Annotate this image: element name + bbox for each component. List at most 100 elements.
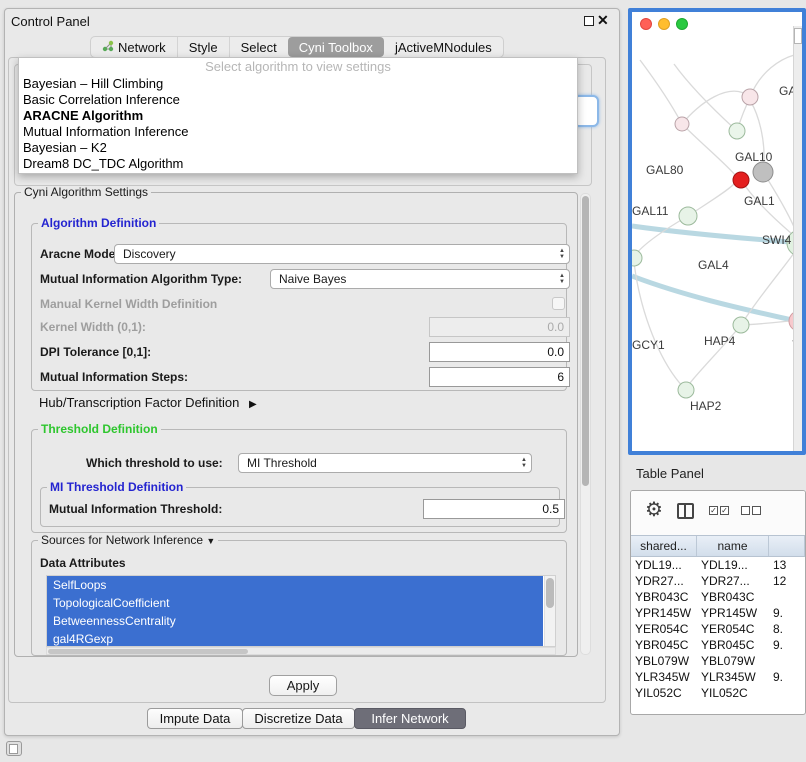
tab-select[interactable]: Select xyxy=(229,37,288,57)
graph-edge[interactable] xyxy=(640,60,682,124)
table-cell[interactable]: 9. xyxy=(769,669,805,685)
table-cell[interactable]: YER054C xyxy=(631,621,697,637)
collapse-down-icon[interactable]: ▼ xyxy=(206,536,215,546)
graph-node[interactable] xyxy=(733,317,749,333)
hub-transcription-section[interactable]: Hub/Transcription Factor Definition ▶ xyxy=(39,395,257,410)
table-cell[interactable] xyxy=(769,685,805,701)
list-vertical-scrollbar[interactable] xyxy=(544,576,555,646)
graph-edge[interactable] xyxy=(632,276,792,320)
mi-threshold-input[interactable]: 0.5 xyxy=(423,499,565,519)
dropdown-item[interactable]: Bayesian – Hill Climbing xyxy=(19,76,577,92)
network-graph[interactable]: GALGAL80GAL10GAL11GAL1SWI4GAL4GCY1HAP4YH… xyxy=(632,12,794,451)
table-row[interactable]: YPR145W YPR145W 9. xyxy=(631,605,805,621)
table-cell[interactable]: YBR045C xyxy=(697,637,769,653)
graph-edge[interactable] xyxy=(682,91,750,124)
table-cell[interactable]: 13 xyxy=(769,557,805,573)
dpi-tolerance-input[interactable]: 0.0 xyxy=(429,342,570,362)
close-traffic-light-icon[interactable] xyxy=(640,18,652,30)
table-cell[interactable]: YDL19... xyxy=(697,557,769,573)
tab-network[interactable]: Network xyxy=(91,37,177,57)
table-row[interactable]: YBR045C YBR045C 9. xyxy=(631,637,805,653)
table-row[interactable]: YBL079W YBL079W xyxy=(631,653,805,669)
table-cell[interactable]: YBL079W xyxy=(697,653,769,669)
table-row[interactable]: YIL052C YIL052C xyxy=(631,685,805,701)
dropdown-item[interactable]: Basic Correlation Inference xyxy=(19,92,577,108)
gear-icon[interactable]: ⚙ xyxy=(645,497,663,522)
close-window-icon[interactable]: ✕ xyxy=(597,12,609,29)
mi-steps-input[interactable]: 6 xyxy=(429,367,570,387)
deselect-all-checkboxes-icon[interactable] xyxy=(741,506,761,515)
tab-infer-network[interactable]: Infer Network xyxy=(354,708,466,729)
column-header-name[interactable]: name xyxy=(697,536,769,556)
minimize-traffic-light-icon[interactable] xyxy=(658,18,670,30)
table-cell[interactable]: YPR145W xyxy=(697,605,769,621)
table-row[interactable]: YER054C YER054C 8. xyxy=(631,621,805,637)
table-cell[interactable]: YBR043C xyxy=(697,589,769,605)
table-cell[interactable]: YDR27... xyxy=(631,573,697,589)
dropdown-placeholder[interactable]: Select algorithm to view settings xyxy=(19,58,577,76)
tab-impute-data[interactable]: Impute Data xyxy=(147,708,243,729)
table-cell[interactable]: YBL079W xyxy=(631,653,697,669)
tab-discretize-data[interactable]: Discretize Data xyxy=(242,708,355,729)
attribute-item-selected[interactable]: BetweennessCentrality xyxy=(47,612,543,630)
column-header-partial[interactable] xyxy=(769,536,805,556)
table-cell[interactable]: YIL052C xyxy=(631,685,697,701)
table-cell[interactable]: 9. xyxy=(769,637,805,653)
graph-node[interactable] xyxy=(733,172,749,188)
table-cell[interactable] xyxy=(769,653,805,669)
column-header-shared-name[interactable]: shared... xyxy=(631,536,697,556)
attribute-item-selected[interactable]: TopologicalCoefficient xyxy=(47,594,543,612)
table-cell[interactable]: YPR145W xyxy=(631,605,697,621)
undock-window-icon[interactable] xyxy=(584,16,594,26)
settings-vertical-scrollbar[interactable] xyxy=(580,193,591,655)
tab-jactivemnodules[interactable]: jActiveMNodules xyxy=(384,37,503,57)
sources-title[interactable]: Sources for Network Inference ▼ xyxy=(38,533,218,547)
table-cell[interactable]: YBR043C xyxy=(631,589,697,605)
graph-node[interactable] xyxy=(679,207,697,225)
dropdown-item[interactable]: Bayesian – K2 xyxy=(19,140,577,156)
which-threshold-select[interactable]: MI Threshold ▲▼ xyxy=(238,453,532,473)
zoom-traffic-light-icon[interactable] xyxy=(676,18,688,30)
mi-algorithm-type-select[interactable]: Naive Bayes ▲▼ xyxy=(270,269,570,289)
graph-node[interactable] xyxy=(753,162,773,182)
select-all-checkboxes-icon[interactable]: ✓✓ xyxy=(709,506,729,515)
columns-icon[interactable] xyxy=(677,503,694,519)
graph-edge[interactable] xyxy=(636,216,688,254)
apply-button[interactable]: Apply xyxy=(269,675,337,696)
table-cell[interactable]: YIL052C xyxy=(697,685,769,701)
table-cell[interactable]: 9. xyxy=(769,605,805,621)
kernel-width-input[interactable]: 0.0 xyxy=(429,317,570,337)
attribute-item-selected[interactable]: gal4RGexp xyxy=(47,630,543,647)
graph-node[interactable] xyxy=(742,89,758,105)
graph-edge[interactable] xyxy=(682,124,736,176)
graph-node[interactable] xyxy=(632,250,642,266)
list-horizontal-scrollbar[interactable] xyxy=(46,647,556,655)
tab-style[interactable]: Style xyxy=(177,37,229,57)
table-cell[interactable]: 12 xyxy=(769,573,805,589)
expand-right-icon[interactable]: ▶ xyxy=(249,399,257,410)
graph-node[interactable] xyxy=(675,117,689,131)
table-row[interactable]: YLR345W YLR345W 9. xyxy=(631,669,805,685)
table-cell[interactable]: YDL19... xyxy=(631,557,697,573)
table-cell[interactable]: YBR045C xyxy=(631,637,697,653)
panel-toggle-icon[interactable] xyxy=(6,741,22,756)
table-row[interactable]: YDR27... YDR27... 12 xyxy=(631,573,805,589)
tab-cyni-toolbox[interactable]: Cyni Toolbox xyxy=(288,37,384,57)
attribute-item-selected[interactable]: SelfLoops xyxy=(47,576,543,594)
network-vertical-scrollbar[interactable] xyxy=(793,26,802,451)
dropdown-item[interactable]: Dream8 DC_TDC Algorithm xyxy=(19,156,577,172)
aracne-mode-select[interactable]: Discovery ▲▼ xyxy=(114,244,570,264)
table-cell[interactable] xyxy=(769,589,805,605)
graph-node[interactable] xyxy=(729,123,745,139)
table-cell[interactable]: YDR27... xyxy=(697,573,769,589)
dropdown-item[interactable]: Mutual Information Inference xyxy=(19,124,577,140)
table-cell[interactable]: YLR345W xyxy=(697,669,769,685)
table-cell[interactable]: 8. xyxy=(769,621,805,637)
table-row[interactable]: YDL19... YDL19... 13 xyxy=(631,557,805,573)
table-row[interactable]: YBR043C YBR043C xyxy=(631,589,805,605)
dropdown-item-selected[interactable]: ARACNE Algorithm xyxy=(19,108,577,124)
table-cell[interactable]: YLR345W xyxy=(631,669,697,685)
graph-node[interactable] xyxy=(678,382,694,398)
table-cell[interactable]: YER054C xyxy=(697,621,769,637)
manual-kernel-width-checkbox[interactable] xyxy=(552,297,565,310)
